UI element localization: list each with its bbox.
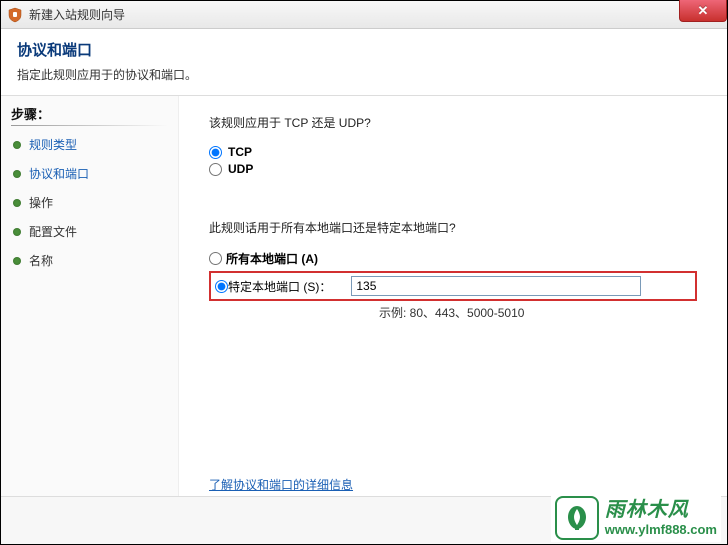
udp-option[interactable]: UDP <box>209 162 697 176</box>
step-label: 配置文件 <box>29 223 77 240</box>
all-ports-label: 所有本地端口 (A) <box>226 250 318 267</box>
steps-sidebar: 步骤： 规则类型 协议和端口 操作 配置文件 名称 <box>1 96 179 505</box>
close-icon: ✕ <box>698 3 709 19</box>
tcp-option[interactable]: TCP <box>209 145 697 159</box>
step-label: 协议和端口 <box>29 165 89 182</box>
bullet-icon <box>13 170 21 178</box>
all-ports-option[interactable]: 所有本地端口 (A) <box>209 250 697 267</box>
bullet-icon <box>13 199 21 207</box>
udp-radio[interactable] <box>209 163 222 176</box>
page-subtitle: 指定此规则应用于的协议和端口。 <box>17 66 711 83</box>
help-link-row: 了解协议和端口的详细信息 <box>209 476 353 493</box>
all-ports-radio[interactable] <box>209 252 222 265</box>
port-question: 此规则话用于所有本地端口还是特定本地端口? <box>209 219 697 236</box>
bullet-icon <box>13 257 21 265</box>
page-title: 协议和端口 <box>17 39 711 60</box>
wizard-header: 协议和端口 指定此规则应用于的协议和端口。 <box>1 29 727 96</box>
window-title: 新建入站规则向导 <box>29 6 125 23</box>
close-button[interactable]: ✕ <box>679 0 727 22</box>
watermark-text: 雨林木风 www.ylmf888.com <box>605 498 717 538</box>
bullet-icon <box>13 141 21 149</box>
step-name[interactable]: 名称 <box>11 246 168 275</box>
watermark-url: www.ylmf888.com <box>605 522 717 538</box>
specific-ports-radio[interactable] <box>215 280 228 293</box>
step-label: 规则类型 <box>29 136 77 153</box>
protocol-question: 该规则应用于 TCP 还是 UDP? <box>209 114 697 131</box>
step-action[interactable]: 操作 <box>11 188 168 217</box>
step-label: 名称 <box>29 252 53 269</box>
port-input[interactable] <box>351 276 641 296</box>
udp-label: UDP <box>228 162 253 176</box>
step-profile[interactable]: 配置文件 <box>11 217 168 246</box>
bullet-icon <box>13 228 21 236</box>
tcp-label: TCP <box>228 145 252 159</box>
help-link[interactable]: 了解协议和端口的详细信息 <box>209 478 353 492</box>
steps-heading: 步骤： <box>11 104 168 126</box>
highlight-box: 特定本地端口 (S)： <box>209 271 697 301</box>
tcp-radio[interactable] <box>209 146 222 159</box>
port-example: 示例: 80、443、5000-5010 <box>379 304 697 321</box>
titlebar: 新建入站规则向导 ✕ <box>1 1 727 29</box>
watermark: 雨林木风 www.ylmf888.com <box>551 494 721 542</box>
step-protocol-port[interactable]: 协议和端口 <box>11 159 168 188</box>
step-rule-type[interactable]: 规则类型 <box>11 130 168 159</box>
step-label: 操作 <box>29 194 53 211</box>
specific-ports-label: 特定本地端口 (S)： <box>228 278 331 295</box>
watermark-logo <box>555 496 599 540</box>
wizard-content: 该规则应用于 TCP 还是 UDP? TCP UDP 此规则话用于所有本地端口还… <box>179 96 727 505</box>
app-icon <box>7 7 23 23</box>
watermark-brand: 雨林木风 <box>605 498 717 522</box>
